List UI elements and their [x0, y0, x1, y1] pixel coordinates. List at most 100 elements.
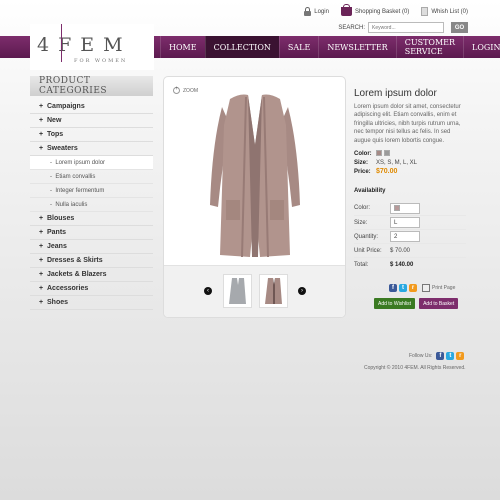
- search-go-button[interactable]: GO: [451, 22, 468, 33]
- wishlist-link[interactable]: Whish List (0): [421, 7, 468, 16]
- nav-login[interactable]: LOGIN: [463, 36, 500, 58]
- search-bar: SEARCH: GO: [338, 22, 468, 33]
- login-link[interactable]: Login: [304, 7, 329, 16]
- sidebar-item-label: Campaigns: [47, 103, 85, 110]
- logo-tagline: FOR WOMEN: [74, 58, 128, 64]
- thumbnail-strip: ‹ ›: [164, 265, 345, 317]
- sidebar-subitem-label: Etiam convallis: [55, 173, 96, 180]
- avail-qty-label: Quantity:: [354, 233, 379, 240]
- sidebar-item-pants[interactable]: + Pants: [30, 226, 153, 240]
- sidebar-subitem-label: Lorem ipsum dolor: [55, 159, 106, 166]
- thumbnail-grey-image: [229, 278, 246, 304]
- size-label: Size:: [354, 159, 369, 166]
- price-label: Price:: [354, 168, 371, 175]
- zoom-label: ZOOM: [183, 87, 198, 94]
- sidebar-item-label: Jeans: [47, 243, 67, 250]
- sidebar-item-label: Sweaters: [47, 145, 78, 152]
- sidebar-item-accessories[interactable]: + Accessories: [30, 282, 153, 296]
- color-swatch-grey[interactable]: [384, 149, 390, 156]
- sidebar-subitem-nulla[interactable]: - Nulla iaculis: [30, 198, 153, 212]
- sidebar: + Campaigns + New + Tops + Sweaters - Lorem …: [30, 100, 153, 310]
- avail-size-field[interactable]: L: [390, 217, 420, 228]
- sidebar-item-blouses[interactable]: + Blouses: [30, 212, 153, 226]
- wishlist-icon: [421, 7, 429, 16]
- sidebar-item-label: Jackets & Blazers: [47, 271, 107, 278]
- unit-price-label: Unit Price:: [354, 247, 382, 254]
- avail-color-label: Color:: [354, 205, 371, 211]
- avail-color-swatch: [394, 205, 400, 211]
- size-values: XS, S, M, L, XL: [376, 159, 418, 166]
- thumbnail-brown-image: [265, 278, 282, 304]
- printer-icon[interactable]: [422, 284, 430, 292]
- price-value: $70.00: [376, 168, 398, 175]
- add-to-basket-button[interactable]: Add to Basket: [419, 298, 459, 309]
- product-title: Lorem ipsum dolor: [354, 88, 437, 99]
- add-to-wishlist-button[interactable]: Add to Wishlist: [374, 298, 416, 309]
- action-buttons: Add to Wishlist Add to Basket: [374, 298, 459, 309]
- wishlist-label: Whish List (0): [431, 8, 468, 15]
- nav-collection[interactable]: COLLECTION: [204, 36, 279, 58]
- search-input[interactable]: [368, 22, 444, 33]
- zoom-icon: [173, 86, 180, 94]
- header-utility-bar: Login Shopping Basket (0) Whish List (0): [304, 4, 468, 16]
- basket-link[interactable]: Shopping Basket (0): [340, 4, 409, 16]
- product-image[interactable]: [200, 85, 310, 263]
- sidebar-item-label: Tops: [47, 131, 64, 138]
- logo-text: 4FEM: [37, 34, 132, 56]
- search-label: SEARCH:: [338, 24, 365, 31]
- product-description: Lorem ipsum dolor sit amet, consectetur …: [354, 104, 461, 144]
- print-page-link[interactable]: Print Page: [432, 285, 455, 291]
- sidebar-subitem-integer[interactable]: - Integer fermentum: [30, 184, 153, 198]
- sidebar-item-label: Shoes: [47, 299, 69, 306]
- sidebar-item-new[interactable]: + New: [30, 114, 153, 128]
- share-bar: f t r Print Page: [389, 284, 455, 292]
- sidebar-subitem-etiam[interactable]: - Etiam convallis: [30, 170, 153, 184]
- logo-divider: [61, 24, 62, 62]
- color-label: Color:: [354, 150, 372, 157]
- next-arrow-icon[interactable]: ›: [298, 287, 306, 295]
- sidebar-item-label: Accessories: [47, 285, 89, 292]
- sidebar-item-label: Dresses & Skirts: [47, 257, 103, 264]
- thumbnail-grey[interactable]: [223, 274, 252, 308]
- facebook-icon[interactable]: f: [389, 284, 397, 292]
- sidebar-subitem-lorem[interactable]: - Lorem ipsum dolor: [30, 156, 153, 170]
- sidebar-item-jeans[interactable]: + Jeans: [30, 240, 153, 254]
- lock-icon: [304, 7, 312, 16]
- logo[interactable]: 4FEM FOR WOMEN: [30, 24, 154, 70]
- follow-us: Follow Us: f t r: [409, 352, 465, 360]
- twitter-icon[interactable]: t: [399, 284, 407, 292]
- zoom-button[interactable]: ZOOM: [173, 86, 198, 94]
- avail-color-select[interactable]: [390, 202, 420, 214]
- sidebar-item-shoes[interactable]: + Shoes: [30, 296, 153, 310]
- basket-icon: [340, 4, 352, 16]
- sidebar-title: PRODUCT CATEGORIES: [30, 76, 153, 96]
- availability-form: Color: Size: L Quantity: 2 Unit Price: $…: [354, 201, 466, 271]
- footer-twitter-icon[interactable]: t: [446, 352, 455, 360]
- sidebar-item-dresses[interactable]: + Dresses & Skirts: [30, 254, 153, 268]
- nav-newsletter[interactable]: NEWSLETTER: [318, 36, 395, 58]
- nav-sale[interactable]: SALE: [278, 36, 318, 58]
- total-label: Total:: [354, 261, 369, 268]
- rss-icon[interactable]: r: [409, 284, 417, 292]
- footer-rss-icon[interactable]: r: [456, 352, 465, 360]
- login-label: Login: [314, 8, 329, 15]
- sidebar-item-campaigns[interactable]: + Campaigns: [30, 100, 153, 114]
- thumbnail-brown[interactable]: [259, 274, 288, 308]
- sidebar-item-sweaters[interactable]: + Sweaters: [30, 142, 153, 156]
- product-gallery: ZOOM ‹ ›: [163, 76, 346, 318]
- footer-facebook-icon[interactable]: f: [436, 352, 445, 360]
- sidebar-item-label: Pants: [47, 229, 67, 236]
- nav-home[interactable]: HOME: [160, 36, 205, 58]
- sidebar-subitem-label: Nulla iaculis: [55, 201, 88, 208]
- sidebar-item-tops[interactable]: + Tops: [30, 128, 153, 142]
- availability-title: Availability: [354, 188, 386, 194]
- avail-qty-field[interactable]: 2: [390, 231, 420, 242]
- prev-arrow-icon[interactable]: ‹: [204, 287, 212, 295]
- sidebar-item-jackets[interactable]: + Jackets & Blazers: [30, 268, 153, 282]
- nav-customer-service[interactable]: CUSTOMER SERVICE: [395, 36, 463, 58]
- product-specs: Color: Size: XS, S, M, L, XL Price: $70.…: [354, 149, 417, 176]
- copyright: Copyright © 2010 4FEM. All Rights Reserv…: [364, 365, 466, 371]
- color-swatch-taupe[interactable]: [376, 149, 382, 156]
- follow-us-label: Follow Us:: [409, 353, 433, 359]
- avail-size-label: Size:: [354, 219, 368, 226]
